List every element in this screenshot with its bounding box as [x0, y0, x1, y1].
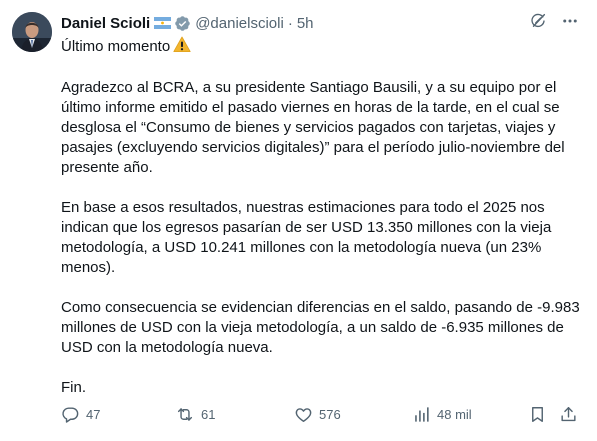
reply-count: 47 — [86, 407, 101, 422]
separator-dot: · — [287, 14, 293, 32]
headline-text: Último momento — [61, 38, 171, 55]
tweet: Daniel Scioli @danielscioli · 5h Último … — [0, 0, 597, 441]
argentina-flag-icon — [154, 17, 172, 29]
paragraph: Agradezco al BCRA, a su presidente Santi… — [61, 79, 565, 176]
views-count: 48 mil — [437, 407, 472, 422]
bookmark-button[interactable] — [528, 405, 547, 424]
like-count: 576 — [319, 407, 341, 422]
repost-count: 61 — [201, 407, 216, 422]
views-icon — [412, 405, 431, 424]
action-bar: 47 61 576 48 mil — [61, 405, 581, 429]
like-button[interactable]: 576 — [294, 405, 341, 424]
avatar[interactable] — [12, 12, 52, 52]
share-icon — [559, 405, 578, 424]
tweet-header: Daniel Scioli @danielscioli · 5h — [61, 12, 314, 34]
reply-icon — [61, 405, 80, 424]
author-handle[interactable]: @danielscioli — [195, 15, 284, 32]
timestamp[interactable]: 5h — [297, 15, 314, 32]
like-icon — [294, 405, 313, 424]
reply-button[interactable]: 47 — [61, 405, 100, 424]
more-icon[interactable] — [561, 12, 579, 30]
share-button[interactable] — [559, 405, 578, 424]
paragraph: Como consecuencia se evidencian diferenc… — [61, 299, 580, 356]
grok-icon[interactable] — [529, 12, 547, 30]
tweet-headline: Último momento — [61, 36, 191, 57]
paragraph: En base a esos resultados, nuestras esti… — [61, 199, 552, 276]
repost-button[interactable]: 61 — [175, 405, 215, 424]
views-button[interactable]: 48 mil — [412, 405, 472, 424]
repost-icon — [175, 405, 195, 424]
verified-badge-icon[interactable] — [174, 15, 191, 32]
warning-emoji-icon — [173, 36, 191, 57]
author-name[interactable]: Daniel Scioli — [61, 15, 150, 32]
bookmark-icon — [528, 405, 547, 424]
paragraph: Fin. — [61, 379, 87, 396]
top-actions — [529, 12, 579, 30]
tweet-body: Agradezco al BCRA, a su presidente Santi… — [61, 78, 581, 418]
